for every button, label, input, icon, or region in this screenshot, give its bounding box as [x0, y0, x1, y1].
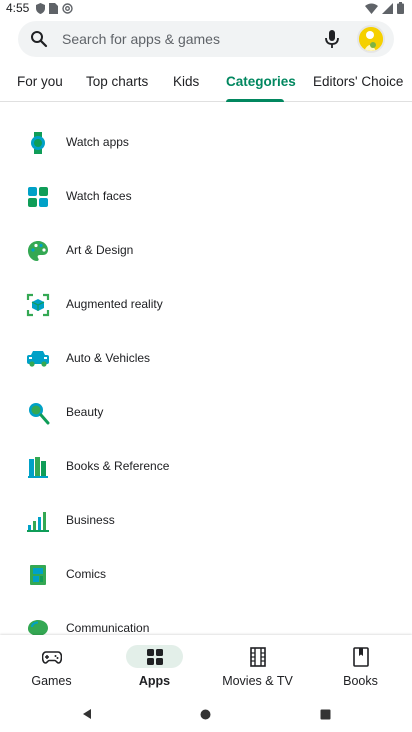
search-input[interactable]	[62, 30, 292, 48]
home-icon[interactable]	[200, 709, 211, 720]
at-sign-icon	[62, 3, 73, 14]
mirror-icon	[29, 403, 50, 425]
nav-apps[interactable]: Apps	[103, 635, 206, 697]
watch-faces-icon	[28, 187, 48, 207]
category-augmented-reality[interactable]: Augmented reality	[0, 278, 412, 332]
tab-kids[interactable]: Kids	[173, 74, 199, 89]
wifi-icon	[365, 3, 378, 14]
category-communication[interactable]: Communication	[0, 602, 412, 635]
category-label: Business	[66, 513, 115, 527]
status-bar: 4:55	[0, 0, 412, 18]
top-tabs: For you Top charts Kids Categories Edito…	[0, 66, 412, 102]
category-comics[interactable]: Comics	[0, 548, 412, 602]
film-icon	[250, 647, 266, 667]
books-icon	[28, 457, 48, 478]
category-auto-vehicles[interactable]: Auto & Vehicles	[0, 332, 412, 386]
bookmark-icon	[353, 647, 369, 667]
ar-cube-icon	[26, 293, 50, 317]
category-beauty[interactable]: Beauty	[0, 386, 412, 440]
gamepad-icon	[42, 651, 62, 664]
category-label: Books & Reference	[66, 459, 170, 473]
search-icon[interactable]	[30, 30, 48, 48]
tab-for-you[interactable]: For you	[17, 74, 63, 89]
category-label: Beauty	[66, 405, 104, 419]
recents-icon[interactable]	[320, 709, 331, 720]
sim-card-icon	[49, 3, 58, 14]
account-avatar[interactable]	[357, 25, 385, 53]
back-icon[interactable]	[81, 708, 93, 720]
signal-icon	[382, 2, 393, 14]
tab-categories[interactable]: Categories	[226, 74, 296, 89]
microphone-icon[interactable]	[324, 29, 340, 49]
nav-label: Games	[31, 674, 72, 688]
category-business[interactable]: Business	[0, 494, 412, 548]
category-watch-faces[interactable]: Watch faces	[0, 170, 412, 224]
category-label: Watch faces	[66, 189, 132, 203]
category-label: Comics	[66, 567, 107, 581]
nav-movies-tv[interactable]: Movies & TV	[206, 635, 309, 697]
car-icon	[27, 351, 49, 367]
category-art-design[interactable]: Art & Design	[0, 224, 412, 278]
search-bar[interactable]	[18, 21, 394, 57]
nav-label: Movies & TV	[222, 674, 293, 688]
system-navigation-bar	[0, 697, 412, 732]
category-label: Communication	[66, 621, 150, 635]
nav-label: Books	[343, 674, 378, 688]
category-label: Auto & Vehicles	[66, 351, 151, 365]
bottom-navigation: Games Apps Movies & TV Books	[0, 635, 412, 697]
watch-icon	[31, 132, 45, 154]
comic-icon	[30, 565, 46, 585]
tab-editors-choice[interactable]: Editors' Choice	[313, 74, 403, 89]
battery-icon	[397, 2, 404, 14]
palette-icon	[28, 241, 48, 261]
nav-games[interactable]: Games	[0, 635, 103, 697]
nav-label: Apps	[138, 674, 171, 688]
tab-top-charts[interactable]: Top charts	[86, 74, 148, 89]
category-label: Art & Design	[66, 243, 134, 257]
status-time: 4:55	[6, 1, 30, 15]
chat-bubble-icon	[28, 620, 48, 635]
avatar-image-icon	[359, 27, 383, 51]
category-watch-apps[interactable]: Watch apps	[0, 116, 412, 170]
category-label: Watch apps	[66, 135, 129, 149]
bar-chart-icon	[27, 512, 49, 532]
category-list[interactable]: Watch apps Watch faces Art & Design Augm…	[0, 103, 412, 635]
category-label: Augmented reality	[66, 297, 163, 311]
category-books-reference[interactable]: Books & Reference	[0, 440, 412, 494]
nav-books[interactable]: Books	[309, 635, 412, 697]
active-tab-indicator	[226, 99, 284, 102]
shield-status-icon	[36, 3, 45, 14]
apps-grid-icon	[147, 649, 163, 665]
